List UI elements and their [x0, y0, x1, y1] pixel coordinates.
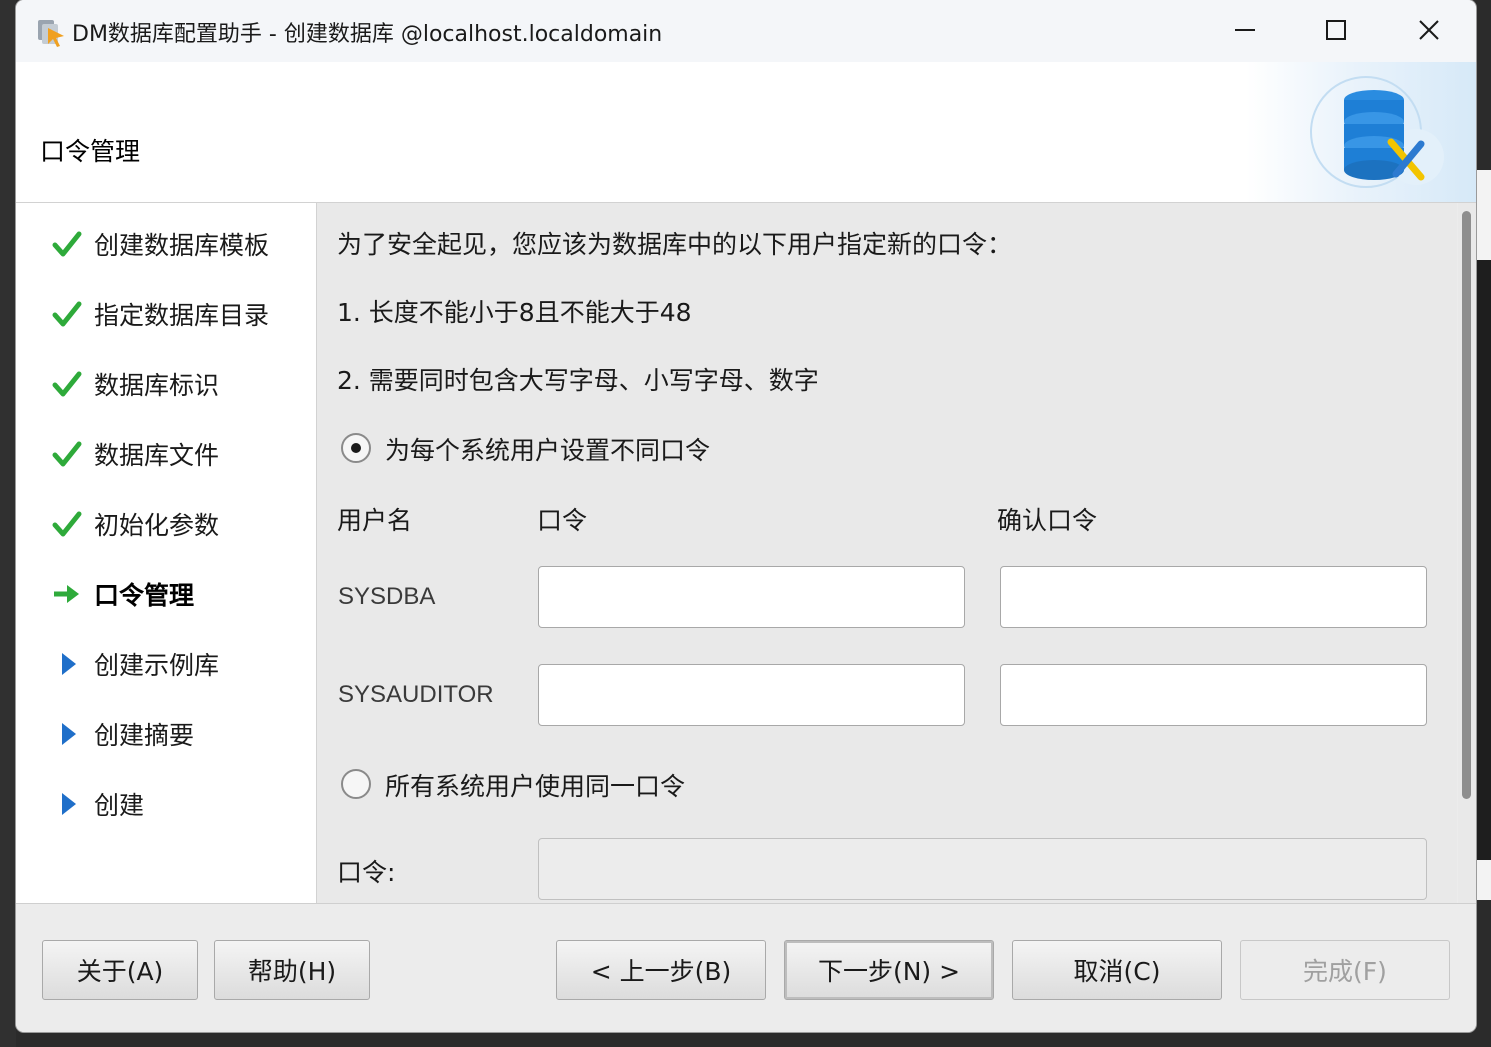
- scrollbar-thumb[interactable]: [1462, 211, 1471, 799]
- radio-separate-passwords[interactable]: [341, 433, 371, 463]
- check-icon: [52, 371, 82, 397]
- next-button[interactable]: 下一步(N) >: [784, 940, 994, 1000]
- maximize-icon: [1326, 20, 1346, 40]
- triangle-right-icon: [62, 793, 76, 815]
- page-title: 口令管理: [40, 137, 141, 166]
- user-sysauditor-label: SYSAUDITOR: [338, 681, 494, 708]
- background-desktop-left: [0, 0, 16, 1047]
- page-header: 口令管理: [16, 62, 1476, 203]
- step-create: 创建: [52, 784, 144, 824]
- step-db-files: 数据库文件: [52, 434, 219, 474]
- step-password-management: 口令管理: [52, 574, 194, 614]
- same-password-input[interactable]: [538, 838, 1427, 900]
- step-label: 创建: [94, 791, 145, 820]
- rule-length: 1. 长度不能小于8且不能大于48: [337, 298, 692, 327]
- content-scrollbar[interactable]: [1458, 203, 1476, 903]
- step-label: 创建数据库模板: [94, 231, 270, 260]
- radio-separate-label[interactable]: 为每个系统用户设置不同口令: [385, 431, 710, 467]
- app-icon: [38, 20, 64, 47]
- radio-same-label[interactable]: 所有系统用户使用同一口令: [385, 767, 685, 803]
- step-create-summary: 创建摘要: [52, 714, 194, 754]
- column-password: 口令: [537, 506, 588, 535]
- step-db-identity: 数据库标识: [52, 364, 219, 404]
- header-banner: [1246, 62, 1476, 202]
- column-confirm: 确认口令: [997, 506, 1098, 535]
- step-create-template: 创建数据库模板: [52, 224, 269, 264]
- triangle-right-icon: [62, 723, 76, 745]
- background-desktop-right-dark: [1476, 260, 1491, 860]
- about-button[interactable]: 关于(A): [42, 940, 198, 1000]
- rule-complexity: 2. 需要同时包含大写字母、小写字母、数字: [337, 366, 819, 395]
- minimize-button[interactable]: [1225, 12, 1265, 48]
- check-icon: [52, 511, 82, 537]
- config-assistant-window: DM数据库配置助手 - 创建数据库 @localhost.localdomain…: [16, 0, 1476, 1032]
- arrow-right-icon: [54, 585, 79, 603]
- check-icon: [52, 231, 82, 257]
- check-icon: [52, 441, 82, 467]
- maximize-button[interactable]: [1316, 12, 1356, 48]
- close-icon: [1419, 20, 1439, 40]
- step-label: 创建摘要: [94, 721, 195, 750]
- finish-button[interactable]: 完成(F): [1240, 940, 1450, 1000]
- minimize-icon: [1235, 29, 1255, 31]
- step-label: 初始化参数: [94, 511, 220, 540]
- title-bar: DM数据库配置助手 - 创建数据库 @localhost.localdomain: [16, 0, 1476, 63]
- intro-text: 为了安全起见，您应该为数据库中的以下用户指定新的口令：: [337, 230, 1013, 259]
- button-bar: 关于(A) 帮助(H) < 上一步(B) 下一步(N) > 取消(C) 完成(F…: [16, 903, 1476, 1032]
- same-password-label: 口令:: [337, 858, 396, 887]
- step-create-sample: 创建示例库: [52, 644, 219, 684]
- step-label: 创建示例库: [94, 651, 220, 680]
- content-panel: 为了安全起见，您应该为数据库中的以下用户指定新的口令： 1. 长度不能小于8且不…: [317, 203, 1457, 903]
- step-label: 数据库文件: [94, 441, 220, 470]
- sysdba-confirm-input[interactable]: [1000, 566, 1427, 628]
- column-username: 用户名: [337, 506, 413, 535]
- close-button[interactable]: [1409, 12, 1449, 48]
- steps-sidebar: 创建数据库模板 指定数据库目录 数据库标识 数据库文件 初始化参数 口令管理 创…: [16, 203, 317, 903]
- sysdba-password-input[interactable]: [538, 566, 965, 628]
- sysauditor-password-input[interactable]: [538, 664, 965, 726]
- step-db-directory: 指定数据库目录: [52, 294, 269, 334]
- user-sysdba-label: SYSDBA: [338, 583, 436, 610]
- step-label: 口令管理: [94, 581, 195, 610]
- cancel-button[interactable]: 取消(C): [1012, 940, 1222, 1000]
- step-init-params: 初始化参数: [52, 504, 219, 544]
- database-config-icon: [1310, 76, 1444, 188]
- sysauditor-confirm-input[interactable]: [1000, 664, 1427, 726]
- triangle-right-icon: [62, 653, 76, 675]
- step-label: 数据库标识: [94, 371, 220, 400]
- help-button[interactable]: 帮助(H): [214, 940, 370, 1000]
- check-icon: [52, 301, 82, 327]
- radio-same-password[interactable]: [341, 769, 371, 799]
- previous-button[interactable]: < 上一步(B): [556, 940, 766, 1000]
- step-label: 指定数据库目录: [94, 301, 270, 330]
- window-title: DM数据库配置助手 - 创建数据库 @localhost.localdomain: [72, 22, 663, 47]
